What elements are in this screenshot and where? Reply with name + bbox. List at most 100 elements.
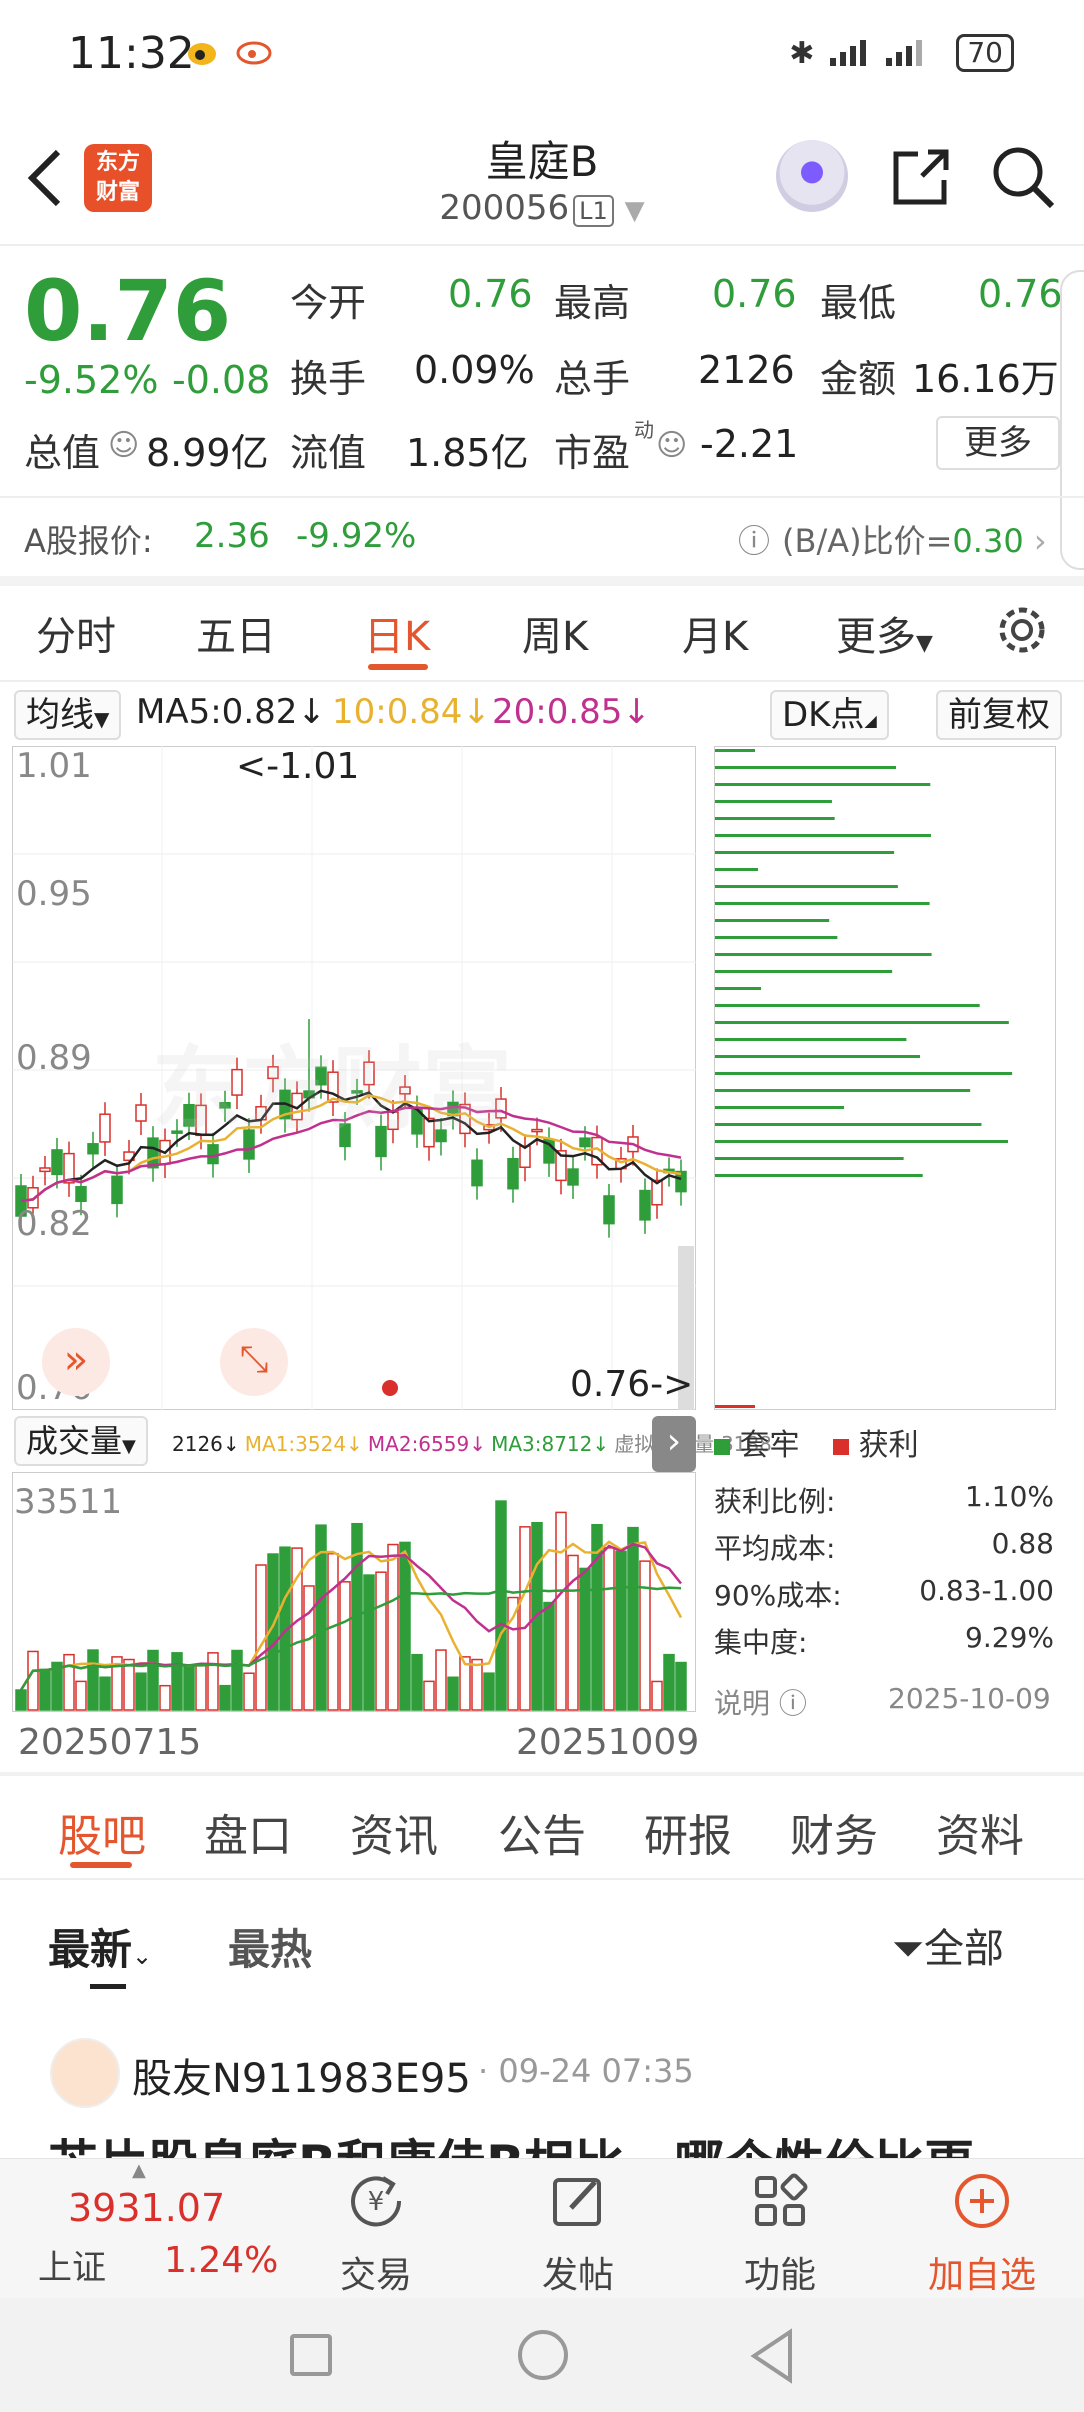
nav-post[interactable]: 发帖 [498, 2166, 658, 2298]
volume-bar [207, 1652, 219, 1711]
user-avatar[interactable] [50, 2038, 120, 2108]
tab-research[interactable]: 研报 [644, 1800, 732, 1864]
dk-button[interactable]: DK点◢ [770, 690, 889, 740]
trapped-swatch [714, 1439, 730, 1455]
turnover-label: 换手 [290, 357, 367, 401]
nav-trade-label: 交易 [339, 2255, 412, 2296]
sort-latest[interactable]: 最新⌄ [48, 1916, 152, 1977]
nav-function[interactable]: 功能 [700, 2166, 860, 2298]
chip-bar [715, 1157, 904, 1160]
more-button[interactable]: 更多 [936, 416, 1060, 470]
chevron-right-icon: › [1033, 522, 1047, 560]
chip-stats: 获利比例: 1.10% 平均成本: 0.88 90%成本: 0.83-1.00 集中度… [714, 1480, 1054, 1668]
kline-candle [531, 1128, 543, 1133]
chip-row-value: 9.29% [965, 1621, 1054, 1654]
edit-icon [498, 2166, 658, 2246]
index-value[interactable]: 3931.07 [68, 2186, 225, 2230]
volume-select[interactable]: 成交量▼ [14, 1416, 148, 1466]
chip-row: 集中度: 9.29% [714, 1621, 1054, 1668]
help-icon[interactable]: ⓘ [738, 516, 770, 562]
search-icon[interactable] [990, 144, 1056, 214]
kline-candle [111, 1175, 123, 1205]
chip-bar [715, 1055, 921, 1058]
volume-bar [447, 1676, 459, 1711]
tab-monthly-k[interactable]: 月K [682, 604, 748, 662]
nav-add-watchlist[interactable]: 加自选 [902, 2166, 1062, 2298]
price-tick: 0.95 [16, 874, 92, 914]
sort-hot[interactable]: 最热 [228, 1916, 312, 1977]
share-icon[interactable] [888, 146, 952, 214]
ba-ratio[interactable]: (B/A)比价=0.30 › [782, 516, 1047, 562]
tab-weekly-k[interactable]: 周K [522, 604, 588, 662]
status-bar: 11:32 ✱ 70 [0, 0, 1084, 110]
back-nav-icon[interactable] [748, 2328, 796, 2388]
chip-row: 90%成本: 0.83-1.00 [714, 1574, 1054, 1621]
expand-left-icon[interactable]: » [42, 1328, 110, 1396]
mktcap-label: 总值 [24, 431, 101, 475]
divider [0, 244, 1084, 246]
volume-bar [183, 1665, 195, 1711]
amount-value: 16.16万 [912, 357, 1059, 401]
volume-max-label: 33511 [14, 1482, 123, 1522]
tab-news[interactable]: 资讯 [350, 1800, 438, 1864]
volume-bar [39, 1668, 51, 1711]
tab-more[interactable]: 更多▼ [836, 604, 933, 662]
tab-announcements[interactable]: 公告 [498, 1800, 586, 1864]
tab-five-day[interactable]: 五日 [196, 604, 276, 662]
chip-bar [715, 868, 759, 871]
volume-bar [327, 1552, 339, 1711]
kline-candle [579, 1137, 591, 1148]
ma-select[interactable]: 均线▼ [14, 690, 122, 740]
post-title[interactable]: 芯片股皇庭B和康佳B相比，哪个性价比更 [48, 2124, 1084, 2158]
chip-date: 2025-10-09 [888, 1682, 1051, 1715]
caret-down-icon: ▼ [94, 707, 110, 731]
volume-bar [243, 1672, 255, 1711]
filter-button[interactable]: ⏷全部 [892, 1916, 1004, 1974]
chip-row-label: 集中度: [714, 1626, 808, 1659]
dot-marker [382, 1380, 398, 1396]
tab-profile[interactable]: 资料 [936, 1800, 1024, 1864]
volume-bar [603, 1547, 615, 1711]
fullscreen-icon[interactable]: ⤡ [220, 1328, 288, 1396]
chip-bar [715, 834, 931, 837]
tab-indicator [368, 664, 428, 670]
adjust-button[interactable]: 前复权 [936, 690, 1062, 740]
divider [0, 496, 1084, 498]
tab-guba[interactable]: 股吧 [58, 1800, 146, 1864]
dk-label: DK点 [782, 695, 865, 735]
info-icon[interactable]: ☺ [108, 428, 139, 463]
tab-pankou[interactable]: 盘口 [204, 1800, 292, 1864]
side-drawer-handle[interactable] [1060, 270, 1084, 570]
settings-icon[interactable] [994, 602, 1050, 662]
section-tab-indicator [70, 1862, 132, 1868]
volume-bar [639, 1560, 651, 1711]
yen-cycle-icon: ¥ [296, 2166, 456, 2246]
volume-bar [651, 1680, 663, 1711]
post-username[interactable]: 股友N911983E95 [132, 2046, 471, 2104]
volume-select-label: 成交量 [26, 1422, 123, 1460]
panel-toggle-icon[interactable]: › [652, 1416, 696, 1472]
volume-bar [123, 1658, 135, 1711]
nav-trade[interactable]: ¥ 交易 [296, 2166, 456, 2298]
a-share-pct: -9.92% [296, 516, 417, 556]
tab-fenshi[interactable]: 分时 [36, 604, 116, 662]
chip-row: 平均成本: 0.88 [714, 1527, 1054, 1574]
chip-row-label: 平均成本: [714, 1532, 836, 1565]
volume-bar [423, 1680, 435, 1711]
chip-bar [715, 987, 762, 990]
chip-note[interactable]: 说明 ⓘ [714, 1682, 807, 1722]
a-share-price: 2.36 [194, 516, 270, 556]
recents-icon[interactable] [290, 2334, 332, 2376]
pe-info-icon[interactable]: ☺ [656, 428, 687, 463]
assistant-avatar-icon[interactable] [776, 140, 848, 212]
volume-bar [159, 1684, 171, 1711]
tab-finance[interactable]: 财务 [790, 1800, 878, 1864]
tab-daily-k[interactable]: 日K [364, 604, 430, 662]
home-icon[interactable] [518, 2330, 568, 2380]
volume-bar [675, 1661, 687, 1711]
chip-row-label: 获利比例: [714, 1485, 836, 1518]
chevron-down-icon: ▼ [624, 196, 645, 226]
kline-chart[interactable]: 东方财富 1.01 0.95 0.89 0.82 0.76 <-1.01 0.7… [12, 746, 696, 1410]
stock-code: 200056 [439, 188, 570, 228]
filter-icon: ⏷ [892, 1926, 924, 1972]
